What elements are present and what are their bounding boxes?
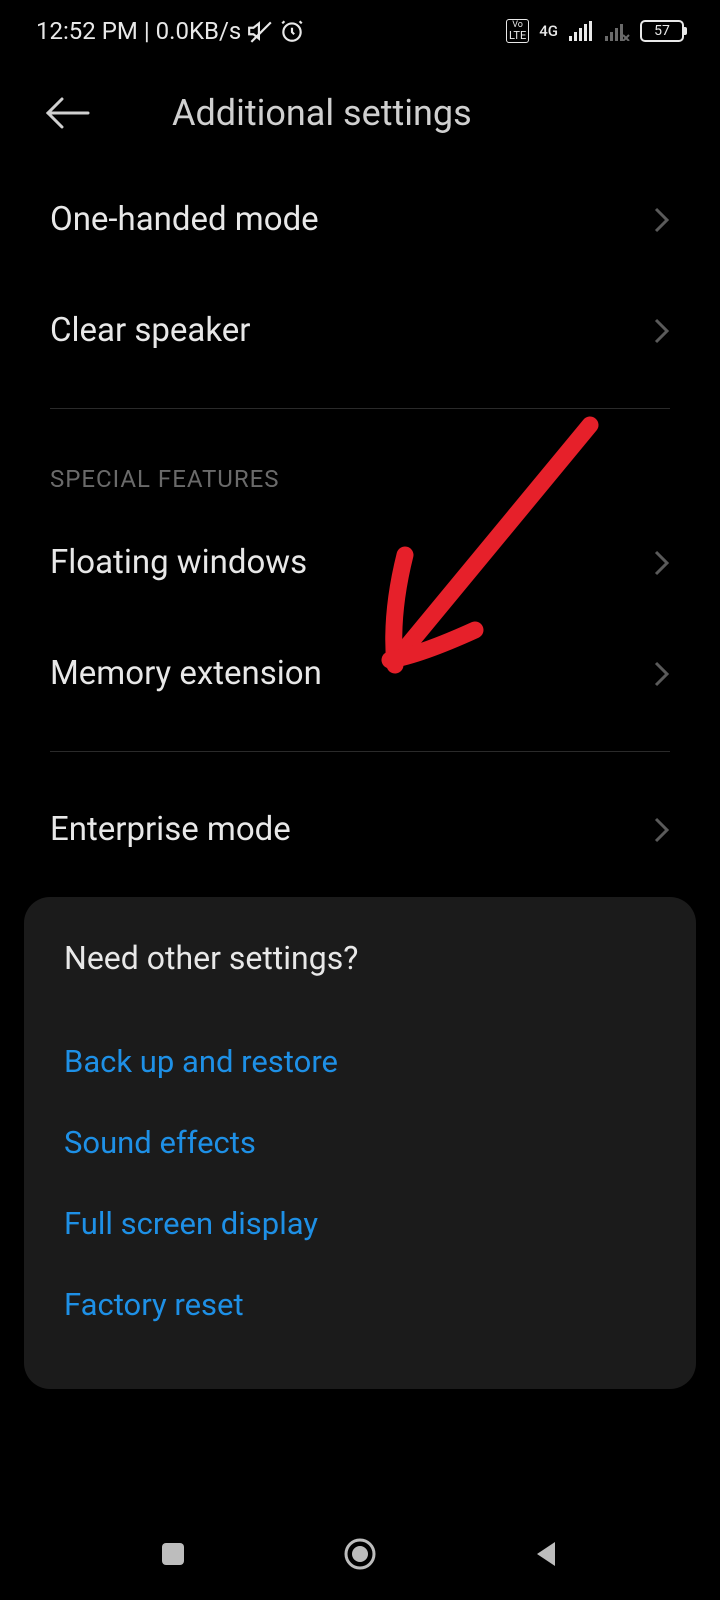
suggestions-card: Need other settings? Back up and restore…	[24, 897, 696, 1389]
link-backup-restore[interactable]: Back up and restore	[64, 1021, 656, 1102]
network-label: 4G	[539, 22, 558, 40]
row-label: One-handed mode	[50, 200, 319, 239]
volte-icon: VoLTE	[506, 19, 529, 43]
status-left: 12:52 PM | 0.0KB/s	[36, 17, 305, 45]
signal-icon	[568, 21, 594, 41]
chevron-right-icon	[654, 661, 670, 687]
chevron-right-icon	[654, 318, 670, 344]
row-clear-speaker[interactable]: Clear speaker	[0, 275, 720, 386]
link-factory-reset[interactable]: Factory reset	[64, 1264, 656, 1345]
chevron-right-icon	[654, 817, 670, 843]
alarm-icon	[279, 18, 305, 44]
row-enterprise-mode[interactable]: Enterprise mode	[0, 774, 720, 885]
recents-button[interactable]	[151, 1532, 195, 1576]
chevron-right-icon	[654, 550, 670, 576]
back-icon[interactable]	[44, 95, 92, 131]
row-one-handed-mode[interactable]: One-handed mode	[0, 164, 720, 275]
status-separator: |	[144, 17, 150, 45]
page-header: Additional settings	[0, 62, 720, 164]
status-right: VoLTE 4G 57	[506, 19, 684, 43]
status-bar: 12:52 PM | 0.0KB/s VoLTE 4G	[0, 0, 720, 62]
row-label: Memory extension	[50, 654, 322, 693]
page-title: Additional settings	[172, 92, 684, 134]
card-title: Need other settings?	[64, 939, 656, 977]
link-full-screen-display[interactable]: Full screen display	[64, 1183, 656, 1264]
chevron-right-icon	[654, 207, 670, 233]
row-floating-windows[interactable]: Floating windows	[0, 507, 720, 618]
home-button[interactable]	[338, 1532, 382, 1576]
status-time: 12:52 PM	[36, 17, 138, 45]
divider	[50, 751, 670, 752]
divider	[50, 408, 670, 409]
system-nav-bar	[0, 1508, 720, 1600]
back-button[interactable]	[525, 1532, 569, 1576]
row-label: Floating windows	[50, 543, 307, 582]
mute-icon	[247, 18, 273, 44]
row-label: Clear speaker	[50, 311, 250, 350]
signal-secondary-icon	[604, 21, 630, 41]
row-memory-extension[interactable]: Memory extension	[0, 618, 720, 729]
battery-icon: 57	[640, 20, 684, 42]
section-special-features: SPECIAL FEATURES	[0, 431, 720, 507]
row-label: Enterprise mode	[50, 810, 291, 849]
link-sound-effects[interactable]: Sound effects	[64, 1102, 656, 1183]
status-netspeed: 0.0KB/s	[156, 17, 242, 45]
